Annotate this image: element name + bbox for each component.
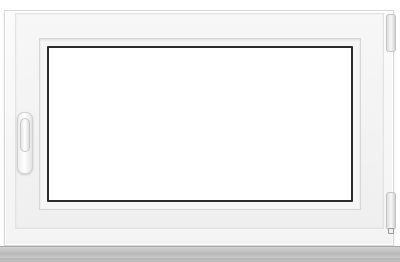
window-scene (0, 0, 400, 262)
hinge-pin-icon (388, 228, 394, 234)
bottom-hinge-icon (386, 192, 396, 230)
sill-shadow (0, 258, 400, 262)
window-glass-pane (47, 46, 353, 202)
window-handle-lever-icon[interactable] (20, 118, 30, 152)
top-hinge-icon (386, 14, 396, 52)
